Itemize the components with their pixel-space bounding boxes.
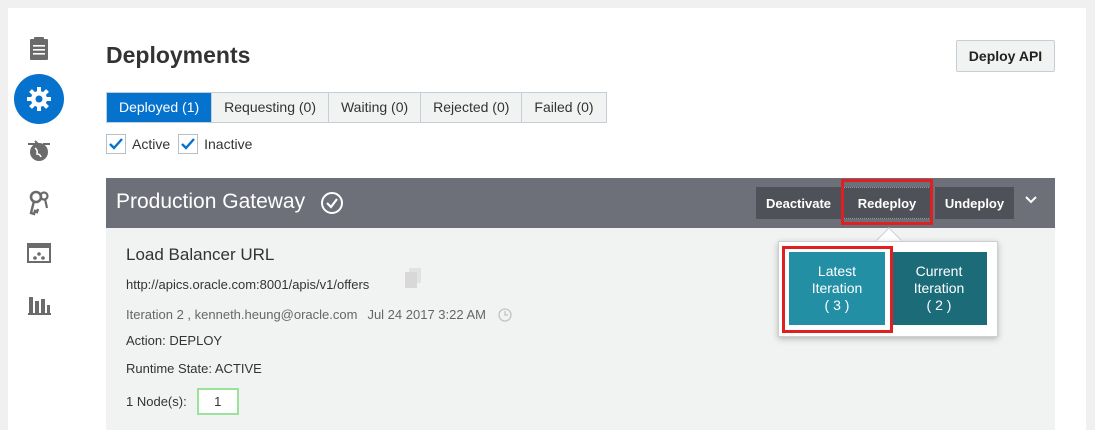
tab-rejected[interactable]: Rejected (0) [421,93,523,122]
sidebar-item-analytics[interactable] [14,280,64,330]
sidebar-item-apis[interactable] [14,24,64,74]
latest-iteration-line1: Latest [817,263,857,279]
nodes-row: 1 Node(s): [126,388,239,415]
nodes-label: 1 Node(s): [126,394,187,409]
active-filter-label: Active [132,136,171,152]
current-iteration-number: ( 2 ) [926,297,952,313]
latest-iteration-line2: Iteration [811,280,863,296]
keys-icon [29,190,49,216]
deploy-timestamp: Jul 24 2017 3:22 AM [367,307,486,322]
check-circle-icon [321,192,343,214]
sidebar [8,8,70,430]
inactive-filter[interactable]: Inactive [178,134,252,154]
status-tabs: Deployed (1) Requesting (0) Waiting (0) … [106,92,607,123]
deactivate-button[interactable]: Deactivate [756,187,841,219]
tab-failed[interactable]: Failed (0) [522,93,606,122]
active-filter[interactable]: Active [106,134,170,154]
deploy-action: Action: DEPLOY [126,333,223,348]
inactive-filter-label: Inactive [204,136,253,152]
page-title: Deployments [106,42,251,68]
globe-arrows-icon [28,140,50,161]
checkmark-icon [181,138,196,150]
latest-iteration-button[interactable]: Latest Iteration ( 3 ) [789,252,885,325]
undeploy-button[interactable]: Undeploy [935,187,1014,219]
current-iteration-line1: Current [915,263,963,279]
nodes-input[interactable] [196,388,239,415]
sidebar-item-gateways[interactable] [14,126,64,176]
copy-icon[interactable] [404,267,422,289]
iteration-text: Iteration 2 , kenneth.heung@oracle.com [126,307,358,322]
main-content: Deployments Deploy API Deployed (1) Requ… [106,8,1086,430]
chevron-down-icon[interactable] [1024,195,1038,205]
load-balancer-url: http://apics.oracle.com:8001/apis/v1/off… [126,277,370,292]
latest-iteration-number: ( 3 ) [824,297,850,313]
inactive-checkbox[interactable] [178,134,199,154]
active-checkbox[interactable] [106,134,126,154]
tab-deployed[interactable]: Deployed (1) [107,93,213,122]
sidebar-item-keys[interactable] [14,178,64,228]
sidebar-item-applications[interactable] [14,228,64,278]
checkmark-icon [109,138,123,150]
bar-chart-icon [28,297,51,315]
state-filters: Active Inactive [106,134,252,154]
app-window-icon [27,243,51,263]
redeploy-button[interactable]: Redeploy [843,187,931,219]
current-iteration-line2: Iteration [913,280,965,296]
deploy-api-button[interactable]: Deploy API [956,40,1055,72]
tab-waiting[interactable]: Waiting (0) [328,93,422,122]
gateway-name: Production Gateway [116,190,306,213]
tab-requesting[interactable]: Requesting (0) [212,93,329,122]
redeploy-popover: Latest Iteration ( 3 ) Current Iteration… [778,241,998,337]
app-frame: Deployments Deploy API Deployed (1) Requ… [8,8,1086,430]
load-balancer-title: Load Balancer URL [126,245,275,264]
sidebar-item-deployments[interactable] [14,74,64,124]
gear-icon [27,87,51,111]
clock-icon [498,307,512,322]
current-iteration-button[interactable]: Current Iteration ( 2 ) [891,252,987,325]
iteration-info: Iteration 2 , kenneth.heung@oracle.com J… [126,307,512,322]
gateway-header: Production Gateway Deactivate Redeploy U… [106,178,1055,228]
document-list-icon [30,37,48,60]
runtime-state: Runtime State: ACTIVE [126,361,262,376]
